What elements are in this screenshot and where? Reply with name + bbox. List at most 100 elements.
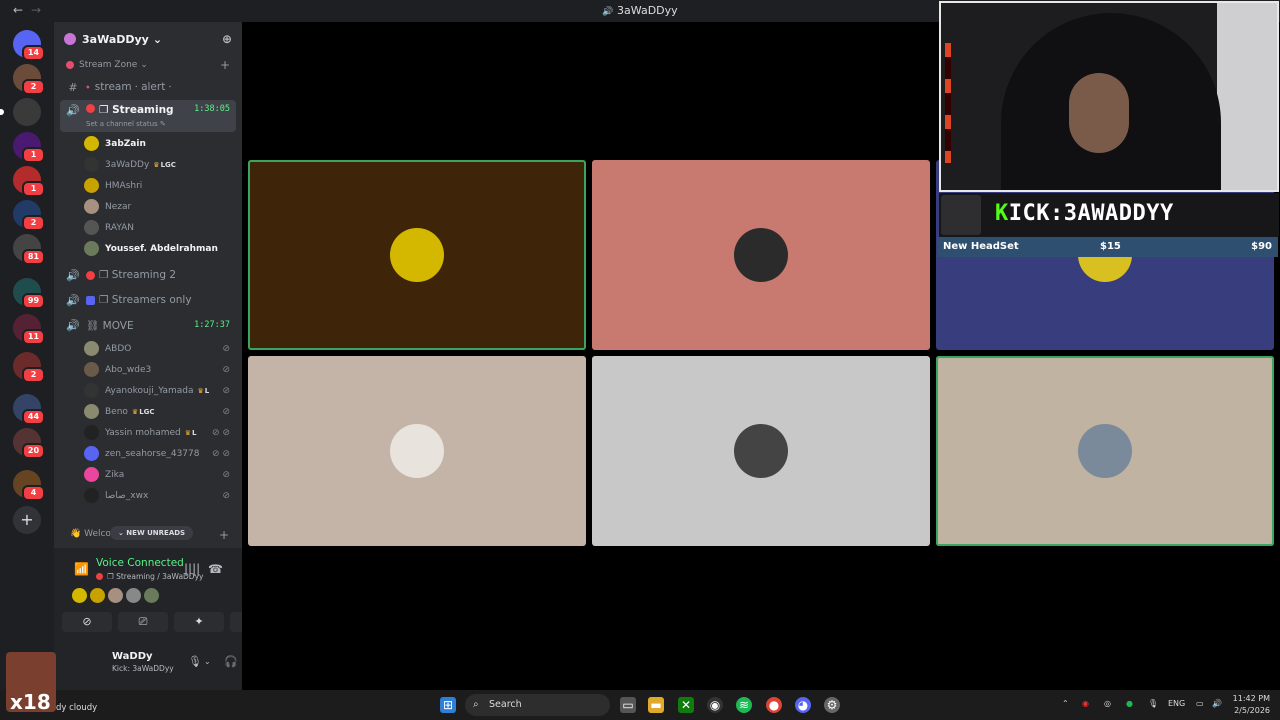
user-tag: L [197, 387, 209, 395]
mention-badge: 4 [22, 485, 45, 501]
add-server-icon[interactable]: + [13, 506, 41, 534]
voice-user[interactable]: 3abZain [84, 133, 242, 154]
voice-channel-move[interactable]: 🔊 ⛓ MOVE 1:27:37 [60, 313, 236, 337]
mention-badge: 1 [22, 147, 45, 163]
microphone-icon[interactable]: 🎙 [188, 655, 202, 668]
noise-suppression-icon[interactable]: |||| [184, 562, 200, 576]
server-icon[interactable]: 1 [13, 166, 45, 197]
voice-user[interactable]: Ayanokouji_YamadaL ⊘ [84, 380, 242, 401]
muted-icon: ⊘ ⊘ [212, 427, 230, 438]
tile-nezar[interactable] [248, 356, 586, 546]
server-icon[interactable]: 81 [13, 234, 45, 265]
microphone-tray-icon[interactable]: 🎙 [1148, 699, 1158, 708]
guild-icon [64, 33, 76, 45]
server-icon[interactable]: 20 [13, 428, 45, 459]
tile-rayan[interactable] [592, 356, 930, 546]
search-box[interactable]: ⌕ Search [465, 694, 610, 716]
channel-label: stream ⸱ alert ⸱ [94, 81, 172, 93]
server-icon[interactable]: 2 [13, 352, 45, 383]
voice-channel-streaming-2[interactable]: 🔊 ❐ Streaming 2 [60, 263, 236, 287]
task-view-icon[interactable]: ▭ [620, 697, 636, 713]
server-icon[interactable] [0, 98, 41, 126]
activities-button[interactable]: ✦ [174, 612, 224, 632]
voice-channel-streaming[interactable]: 🔊 ❐ Streaming 1:38:05 Set a channel stat… [60, 100, 236, 132]
spotify-tray-icon[interactable]: ● [1126, 699, 1133, 708]
avatar [84, 199, 99, 214]
avatar[interactable] [144, 588, 159, 603]
network-icon[interactable]: ▭ [1196, 699, 1204, 708]
voice-channel-streamers-only[interactable]: 🔊 ❐ Streamers only [60, 288, 236, 312]
file-explorer-icon[interactable]: ▬ [648, 697, 664, 713]
headphones-icon[interactable]: 🎧 [224, 655, 238, 668]
voice-user[interactable]: Beno LGC ⊘ [84, 401, 242, 422]
disconnect-icon[interactable]: ☎ [208, 562, 223, 576]
voice-user[interactable]: Youssef. Abdelrahman [84, 238, 242, 259]
category-stream-zone[interactable]: Stream Zone ⌄ + [54, 56, 242, 74]
chrome-icon[interactable]: ● [766, 697, 782, 713]
settings-icon[interactable]: ⚙ [824, 697, 840, 713]
chevron-down-icon[interactable]: ⌄ [204, 657, 211, 666]
camera-off-button[interactable]: ⊘ [62, 612, 112, 632]
voice-user[interactable]: Zika ⊘ [84, 464, 242, 485]
server-icon[interactable]: 11 [13, 314, 45, 345]
voice-user[interactable]: ABDO ⊘ [84, 338, 242, 359]
discord-icon[interactable]: ◕ [795, 697, 811, 713]
language-indicator[interactable]: ENG [1168, 699, 1185, 708]
voice-user[interactable]: HMAshri [84, 175, 242, 196]
avatar[interactable] [126, 588, 141, 603]
server-icon[interactable]: 2 [13, 200, 45, 231]
status-dot-icon [86, 104, 95, 113]
voice-user[interactable]: صاصا_xwx ⊘ [84, 485, 242, 506]
avatar[interactable] [90, 588, 105, 603]
voice-user[interactable]: Nezar [84, 196, 242, 217]
chevron-up-icon[interactable]: ⌃ [1062, 699, 1069, 708]
weather-text[interactable]: dy cloudy [56, 703, 97, 713]
channel-label: ❐ Streamers only [99, 294, 192, 306]
volume-icon[interactable]: 🔊 [1212, 699, 1222, 708]
voice-user[interactable]: 3aWaDDyLGC [84, 154, 242, 175]
voice-user[interactable]: Yassin mohamed L ⊘ ⊘ [84, 422, 242, 443]
xbox-icon[interactable]: ✕ [678, 697, 694, 713]
tray-app-icon[interactable]: ◎ [1104, 699, 1111, 708]
tile-3abzain[interactable] [248, 160, 586, 350]
server-icon[interactable]: 2 [13, 64, 45, 95]
channel-label: ❐ Streaming 2 [99, 269, 176, 281]
clock[interactable]: 11:42 PM 2/5/2026 [1226, 693, 1270, 717]
voice-user[interactable]: zen_seahorse_43778 ⊘ ⊘ [84, 443, 242, 464]
kick-handle: KICK:3AWADDYY [995, 201, 1174, 226]
user-name[interactable]: WaDDy [112, 651, 153, 662]
text-channel-stream-alert[interactable]: # ⬩ stream ⸱ alert ⸱ [60, 75, 236, 99]
voice-user[interactable]: RAYAN [84, 217, 242, 238]
channel-status[interactable]: Set a channel status ✎ [86, 120, 166, 128]
tile-youssef[interactable] [936, 356, 1274, 546]
tray-app-icon[interactable]: ◉ [1082, 699, 1089, 708]
avatar[interactable] [108, 588, 123, 603]
goal-current: $15 [1100, 241, 1121, 252]
create-channel-icon[interactable]: + [220, 58, 230, 72]
invite-people-icon[interactable]: ⊕ [222, 32, 232, 46]
add-channel-icon[interactable]: + [219, 528, 229, 542]
server-icon[interactable]: 44 [13, 394, 45, 425]
server-icon[interactable]: 1 [13, 132, 45, 163]
tile-3awaddy[interactable] [592, 160, 930, 350]
avatar[interactable] [72, 588, 87, 603]
new-unreads-pill[interactable]: ⌄ NEW UNREADS [110, 526, 194, 540]
voice-speaker-icon: 🔊 [66, 318, 80, 332]
voice-user-name: 3abZain [105, 138, 146, 149]
spotify-icon[interactable]: ≋ [736, 697, 752, 713]
start-icon[interactable]: ⊞ [440, 697, 456, 713]
server-icon[interactable]: 4 [13, 470, 45, 501]
server-icon[interactable]: 99 [13, 278, 45, 309]
direct-messages-icon[interactable]: 14 [13, 30, 45, 61]
voice-connected-label[interactable]: Voice Connected [96, 557, 184, 569]
voice-user[interactable]: Abo_wde3 ⊘ [84, 359, 242, 380]
avatar [84, 136, 99, 151]
signal-icon[interactable]: 📶 [74, 562, 89, 576]
share-screen-button[interactable]: ⎚ [118, 612, 168, 632]
mention-badge: 81 [22, 249, 45, 265]
avatar [734, 228, 788, 282]
voice-participants [72, 588, 159, 603]
steam-icon[interactable]: ◉ [707, 697, 723, 713]
guild-header[interactable]: 3aWaDDyy ⌄ ⊕ [54, 22, 242, 56]
avatar [84, 362, 99, 377]
